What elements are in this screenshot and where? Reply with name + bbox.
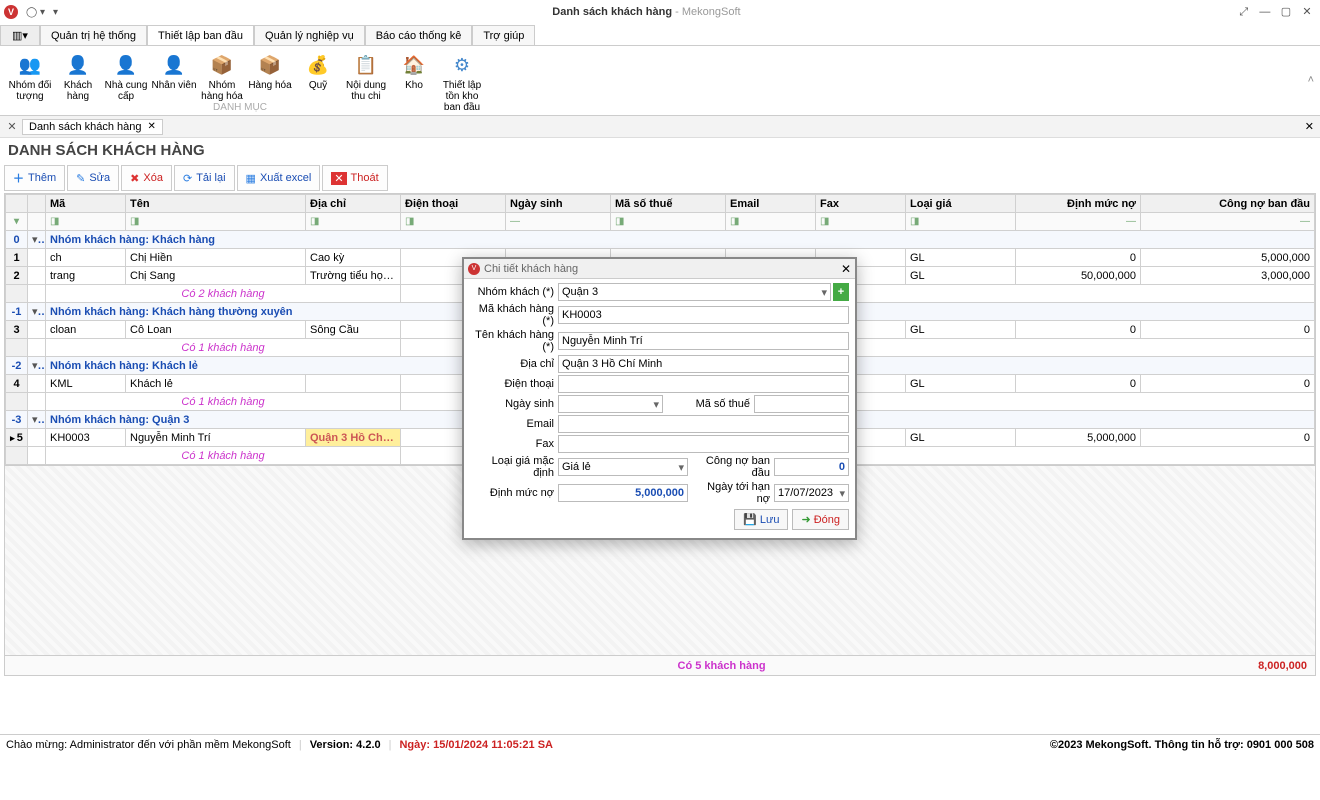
dialog-icon: V (468, 263, 480, 275)
status-bar: Chào mừng: Administrator đến với phần mề… (0, 734, 1320, 754)
input-email[interactable] (558, 415, 849, 433)
title-bar: V ◯ ▾ ▾ Danh sách khách hàng - MekongSof… (0, 0, 1320, 24)
input-fax[interactable] (558, 435, 849, 453)
add-nhom-button[interactable]: + (833, 283, 849, 301)
ribbon-toggle-icon[interactable]: ⤢ (1235, 6, 1253, 19)
file-menu-button[interactable]: ▥▾ (0, 25, 40, 45)
group-row[interactable]: 0▾Nhóm khách hàng: Khách hàng (6, 231, 1315, 249)
grid-footer: Có 5 khách hàng 8,000,000 (4, 656, 1316, 676)
footer-count: Có 5 khách hàng (5, 660, 1258, 672)
col-ten[interactable]: Tên (126, 195, 306, 213)
lbl-loaigia: Loại giá mặc định (470, 455, 558, 479)
filter-row[interactable]: ▾ ◨◨◨◨—◨◨◨◨—— (6, 213, 1315, 231)
minimize-icon[interactable]: — (1256, 6, 1274, 18)
col-masothue[interactable]: Mã số thuế (611, 195, 726, 213)
ribbon-group-label: DANH MỤC (0, 102, 480, 113)
app-icon: V (4, 5, 18, 19)
reload-button[interactable]: ⟳Tải lại (174, 165, 235, 191)
doc-tab-customers[interactable]: Danh sách khách hàng ✕ (22, 119, 163, 135)
close-icon[interactable]: ✕ (1298, 5, 1316, 18)
lbl-email: Email (470, 418, 558, 430)
lbl-diachi: Địa chỉ (470, 358, 558, 370)
input-ngaysinh[interactable] (558, 395, 663, 413)
input-ma-khach[interactable]: KH0003 (558, 306, 849, 324)
delete-button[interactable]: ✖Xóa (121, 165, 172, 191)
col-loaigia[interactable]: Loại giá (906, 195, 1016, 213)
quick-access-dropdown[interactable]: ◯ ▾ (26, 7, 45, 18)
menu-tab-admin[interactable]: Quản trị hệ thống (40, 25, 147, 45)
input-loaigia[interactable]: Giá lẻ (558, 458, 688, 476)
add-button[interactable]: ＋Thêm (4, 165, 65, 191)
doc-tab-close-icon[interactable]: ✕ (148, 121, 156, 132)
input-congno[interactable]: 0 (774, 458, 849, 476)
col-dinhmucno[interactable]: Định mức nợ (1016, 195, 1141, 213)
menu-tab-help[interactable]: Trợ giúp (472, 25, 535, 45)
doc-tab-label: Danh sách khách hàng (29, 121, 142, 133)
edit-button[interactable]: ✎Sửa (67, 165, 119, 191)
header-row: Mã Tên Địa chỉ Điện thoại Ngày sinh Mã s… (6, 195, 1315, 213)
doc-tab-prev-close[interactable]: ✕ (4, 120, 20, 133)
lbl-fax: Fax (470, 438, 558, 450)
lbl-dienthoai: Điện thoại (470, 378, 558, 390)
input-dienthoai[interactable] (558, 375, 849, 393)
col-email[interactable]: Email (726, 195, 816, 213)
dialog-titlebar[interactable]: V Chi tiết khách hàng ✕ (464, 259, 855, 279)
menu-tabs: ▥▾ Quản trị hệ thống Thiết lập ban đầu Q… (0, 24, 1320, 46)
dialog-close-icon[interactable]: ✕ (841, 262, 851, 276)
lbl-masothue: Mã số thuế (663, 398, 754, 410)
col-ngaysinh[interactable]: Ngày sinh (506, 195, 611, 213)
footer-total: 8,000,000 (1258, 660, 1315, 672)
exit-button[interactable]: ✕Thoát (322, 165, 387, 191)
doc-tabs-close-all-icon[interactable]: ✕ (1305, 120, 1314, 133)
dialog-close-button[interactable]: ➜Đóng (792, 509, 849, 530)
menu-tab-setup[interactable]: Thiết lập ban đầu (147, 25, 254, 45)
ribbon: 👥Nhóm đối tượng👤Khách hàng👤Nhà cung cấp👤… (0, 46, 1320, 116)
status-copyright: ©2023 MekongSoft. Thông tin hỗ trợ: 0901… (1050, 739, 1314, 751)
lbl-ten: Tên khách hàng (*) (470, 329, 558, 353)
document-tabs: ✕ Danh sách khách hàng ✕ ✕ (0, 116, 1320, 138)
menu-tab-reports[interactable]: Báo cáo thống kê (365, 25, 473, 45)
menu-tab-operations[interactable]: Quản lý nghiệp vụ (254, 25, 365, 45)
input-masothue[interactable] (754, 395, 849, 413)
dialog-save-button[interactable]: 💾Lưu (734, 509, 788, 530)
input-dinhmuc[interactable]: 5,000,000 (558, 484, 688, 502)
lbl-ma: Mã khách hàng (*) (470, 303, 558, 327)
dialog-title-text: Chi tiết khách hàng (484, 263, 841, 275)
lbl-nhom: Nhóm khách (*) (470, 286, 558, 298)
export-excel-button[interactable]: ▦Xuất excel (237, 165, 321, 191)
input-diachi[interactable]: Quận 3 Hồ Chí Minh (558, 355, 849, 373)
lbl-hanno: Ngày tới hạn nợ (688, 481, 774, 505)
ribbon-collapse-icon[interactable]: ˄ (1308, 74, 1314, 86)
col-dienthoai[interactable]: Điện thoại (401, 195, 506, 213)
page-title: DANH SÁCH KHÁCH HÀNG (0, 138, 1320, 163)
status-date: Ngày: 15/01/2024 11:05:21 SA (399, 739, 553, 751)
col-congnobandau[interactable]: Công nợ ban đầu (1141, 195, 1315, 213)
customer-detail-dialog: V Chi tiết khách hàng ✕ Nhóm khách (*)Qu… (462, 257, 857, 540)
input-ten-khach[interactable]: Nguyễn Minh Trí (558, 332, 849, 350)
lbl-ngaysinh: Ngày sinh (470, 398, 558, 410)
col-diachi[interactable]: Địa chỉ (306, 195, 401, 213)
toolbar: ＋Thêm ✎Sửa ✖Xóa ⟳Tải lại ▦Xuất excel ✕Th… (0, 163, 1320, 193)
col-fax[interactable]: Fax (816, 195, 906, 213)
status-version: Version: 4.2.0 (310, 739, 381, 751)
maximize-icon[interactable]: ▢ (1277, 5, 1295, 18)
input-hanno[interactable]: 17/07/2023 (774, 484, 849, 502)
status-welcome: Chào mừng: Administrator đến với phần mề… (6, 739, 291, 751)
col-ma[interactable]: Mã (46, 195, 126, 213)
input-nhom-khach[interactable]: Quận 3 (558, 283, 831, 301)
lbl-dinhmuc: Định mức nợ (470, 487, 558, 499)
lbl-congno: Công nợ ban đầu (688, 455, 774, 479)
window-title: Danh sách khách hàng - MekongSoft (58, 6, 1235, 18)
